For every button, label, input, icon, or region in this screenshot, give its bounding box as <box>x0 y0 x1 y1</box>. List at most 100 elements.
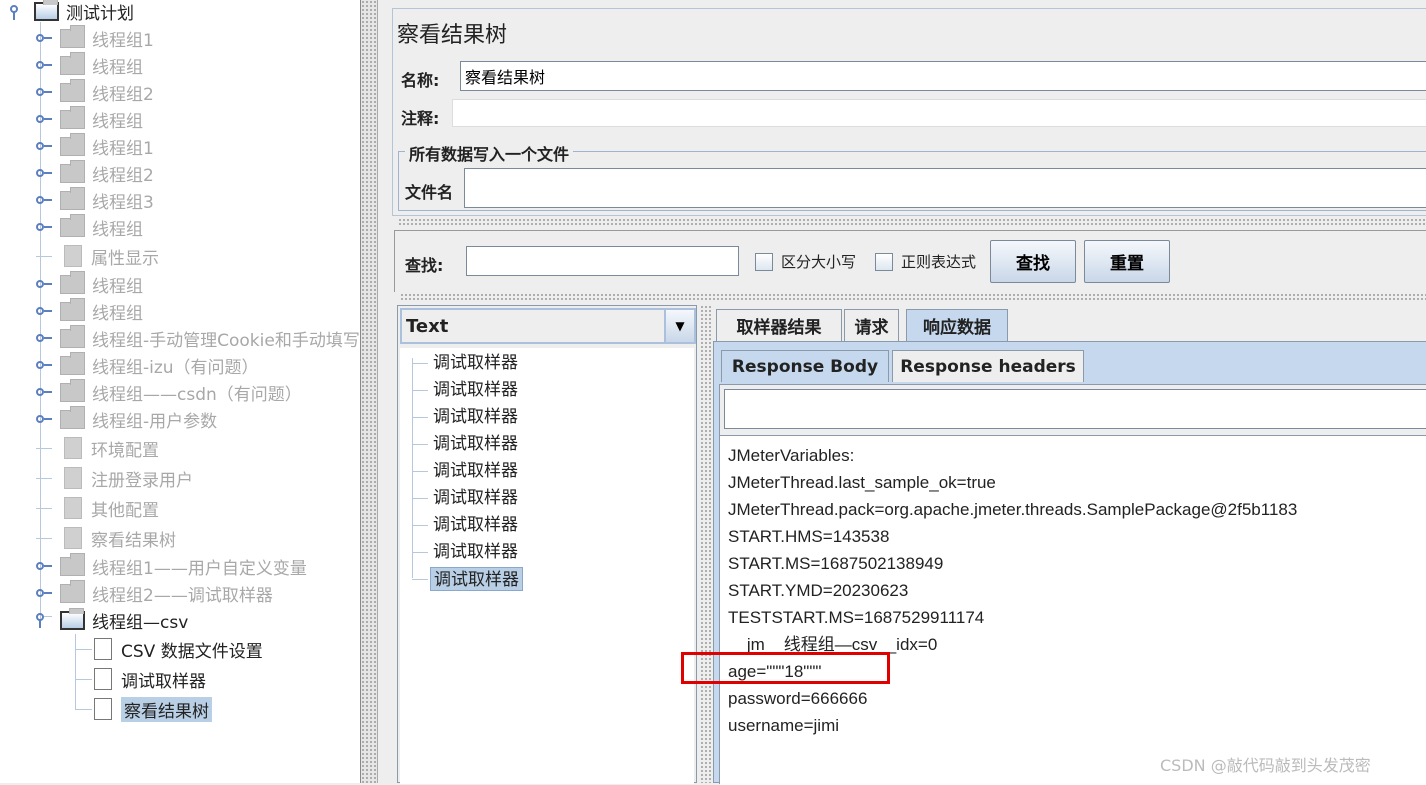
find-button[interactable]: 查找 <box>990 240 1076 283</box>
expand-handle-icon[interactable] <box>36 360 52 370</box>
tree-item[interactable]: 线程组——csdn（有问题） <box>36 378 302 405</box>
tree-child-item[interactable]: 察看结果树 <box>76 696 212 722</box>
tree-item[interactable]: 线程组 <box>36 51 143 78</box>
sample-item[interactable]: 调试取样器 <box>430 486 521 510</box>
collapse-handle-icon[interactable] <box>8 1 28 21</box>
tree-item[interactable]: 线程组 <box>36 213 143 240</box>
renderer-select-value: Text <box>406 315 449 337</box>
folder-icon <box>60 297 85 321</box>
sample-item[interactable]: 调试取样器 <box>430 459 521 483</box>
case-sensitive-label: 区分大小写 <box>781 253 857 271</box>
tab-2[interactable]: 响应数据 <box>906 309 1008 341</box>
tree-item-label: 环境配置 <box>91 440 159 461</box>
search-panel: 查找: 区分大小写 正则表达式 查找 重置 <box>394 230 1426 292</box>
expand-handle-icon[interactable] <box>36 561 52 571</box>
expand-handle-icon[interactable] <box>36 141 52 151</box>
sample-item[interactable]: 调试取样器 <box>430 378 521 402</box>
tree-child-item[interactable]: 调试取样器 <box>76 666 206 692</box>
response-search-input[interactable] <box>724 389 1426 429</box>
tree-item[interactable]: 线程组 <box>36 297 143 324</box>
tree-item[interactable]: 注册登录用户 <box>36 465 193 491</box>
folder-icon <box>60 579 85 603</box>
expand-handle-icon[interactable] <box>36 387 52 397</box>
tree-item[interactable]: 属性显示 <box>36 243 159 269</box>
expand-handle-icon[interactable] <box>36 114 52 124</box>
tree-item[interactable]: 线程组2 <box>36 159 154 186</box>
expand-handle-icon[interactable] <box>36 168 52 178</box>
sample-item[interactable]: 调试取样器 <box>430 351 521 375</box>
tree-item[interactable]: 线程组1——用户自定义变量 <box>36 552 307 579</box>
tree-connector <box>36 477 52 479</box>
response-line: START.HMS=143538 <box>728 527 890 546</box>
sample-item[interactable]: 调试取样器 <box>430 540 521 564</box>
tree-item[interactable]: 线程组2 <box>36 78 154 105</box>
tree-item[interactable]: 线程组-izu（有问题） <box>36 351 259 378</box>
horizontal-splitter[interactable] <box>398 218 1426 226</box>
tab-0[interactable]: 取样器结果 <box>716 309 842 341</box>
expand-handle-icon[interactable] <box>36 306 52 316</box>
tree-item-label: 线程组2 <box>92 165 154 186</box>
result-panel: 取样器结果 请求 响应数据 Response Body Response header… <box>713 305 1426 785</box>
test-plan-tree[interactable]: 测试计划 线程组1 线程组 线程组2 线程组 线程组1 线程组2 线程组3 线程组 属性显示 线程… <box>0 0 360 783</box>
config-panel: 察看结果树 名称: 注释: 所有数据写入一个文件 文件名 <box>392 8 1426 216</box>
tree-item[interactable]: 线程组 <box>36 105 143 132</box>
reset-button[interactable]: 重置 <box>1084 240 1170 283</box>
sample-tree[interactable]: 调试取样器 调试取样器 调试取样器 调试取样器 调试取样器 调试取样器 调试取样器 调试取样器… <box>400 348 694 784</box>
chevron-down-icon[interactable]: ▼ <box>664 310 694 342</box>
tree-item[interactable]: 线程组 <box>36 270 143 297</box>
tree-item[interactable]: 其他配置 <box>36 495 159 521</box>
watermark: CSDN @敲代码敲到头发茂密 <box>1160 756 1371 775</box>
response-body-pane: JMeterVariables: JMeterThread.last_sample… <box>719 384 1426 785</box>
expand-handle-icon[interactable] <box>36 279 52 289</box>
subtab-0[interactable]: Response Body <box>721 350 889 382</box>
tree-item[interactable]: 线程组3 <box>36 186 154 213</box>
highlight-box <box>681 652 890 684</box>
vertical-splitter[interactable] <box>360 0 378 783</box>
sample-item[interactable]: 调试取样器 <box>430 567 523 591</box>
renderer-select[interactable]: Text ▼ <box>400 308 696 344</box>
tree-item[interactable]: 线程组—csv <box>36 607 188 633</box>
folder-icon <box>60 213 85 237</box>
document-icon <box>64 527 82 549</box>
case-sensitive-checkbox[interactable]: 区分大小写 <box>755 251 856 272</box>
sample-item[interactable]: 调试取样器 <box>430 513 521 537</box>
collapse-handle-icon[interactable] <box>36 610 52 630</box>
regex-checkbox[interactable]: 正则表达式 <box>875 251 976 272</box>
tree-item[interactable]: 线程组2——调试取样器 <box>36 579 273 606</box>
search-input[interactable] <box>466 246 739 276</box>
folder-icon <box>60 24 85 48</box>
tree-child-label: 察看结果树 <box>121 696 212 722</box>
tab-1[interactable]: 请求 <box>844 309 899 341</box>
expand-handle-icon[interactable] <box>36 333 52 343</box>
response-text[interactable]: JMeterVariables: JMeterThread.last_sample… <box>720 435 1426 785</box>
comment-input[interactable] <box>452 99 1426 127</box>
tree-item[interactable]: 线程组-用户参数 <box>36 405 217 432</box>
name-input[interactable] <box>460 61 1426 91</box>
tree-item-label: 线程组2——调试取样器 <box>92 585 273 606</box>
tree-item-label: 线程组2 <box>92 84 154 105</box>
expand-handle-icon[interactable] <box>36 60 52 70</box>
vertical-splitter[interactable] <box>700 305 712 783</box>
tree-item[interactable]: 环境配置 <box>36 435 159 461</box>
expand-handle-icon[interactable] <box>36 33 52 43</box>
file-name-input[interactable] <box>464 168 1426 208</box>
tree-item-label: 线程组1 <box>92 138 154 159</box>
sample-item[interactable]: 调试取样器 <box>430 432 521 456</box>
tree-child-item[interactable]: CSV 数据文件设置 <box>76 636 263 662</box>
expand-handle-icon[interactable] <box>36 222 52 232</box>
expand-handle-icon[interactable] <box>36 195 52 205</box>
tree-root[interactable]: 测试计划 <box>8 0 134 24</box>
tree-item[interactable]: 察看结果树 <box>36 525 176 551</box>
file-label: 文件名 <box>405 183 454 202</box>
subtab-1[interactable]: Response headers <box>892 350 1084 382</box>
sample-item[interactable]: 调试取样器 <box>430 405 521 429</box>
tree-item-label: 线程组1——用户自定义变量 <box>92 558 307 579</box>
tree-item[interactable]: 线程组1 <box>36 132 154 159</box>
tree-item[interactable]: 线程组1 <box>36 24 154 51</box>
expand-handle-icon[interactable] <box>36 414 52 424</box>
horizontal-splitter[interactable] <box>400 293 1426 301</box>
expand-handle-icon[interactable] <box>36 87 52 97</box>
expand-handle-icon[interactable] <box>36 588 52 598</box>
tree-child-label: CSV 数据文件设置 <box>121 641 263 662</box>
tree-item[interactable]: 线程组-手动管理Cookie和手动填写 <box>36 324 360 351</box>
